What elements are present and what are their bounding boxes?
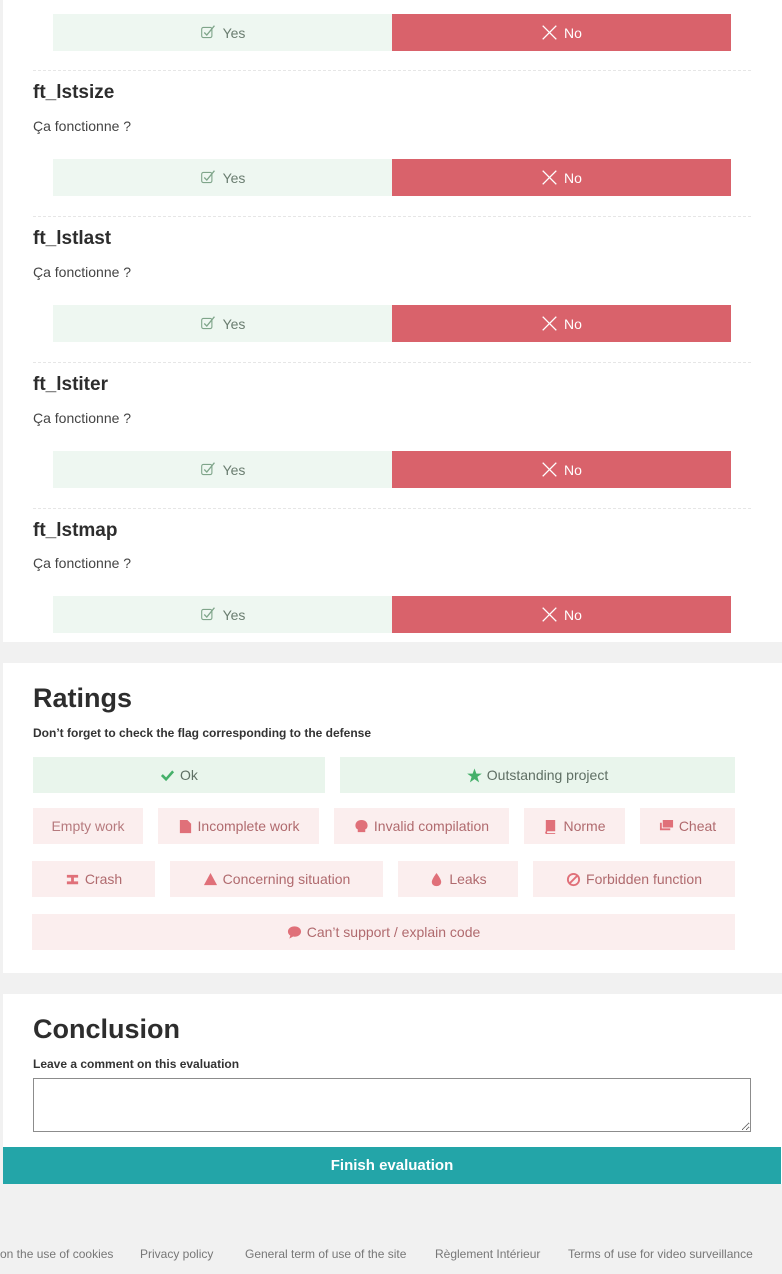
flag-label: Crash [84,871,123,887]
flag-empty-work-button[interactable]: Empty work [33,808,143,844]
flag-norme-button[interactable]: Norme [524,808,625,844]
question-title: ft_lstlast [33,228,112,249]
flag-cheat-button[interactable]: Cheat [640,808,735,844]
footer: on the use of cookies Privacy policy Gen… [0,1240,782,1270]
flag-label: Concerning situation [222,871,351,887]
yes-label: Yes [222,606,246,623]
close-icon [542,170,557,185]
ratings-panel: Ratings Don’t forget to check the flag c… [3,663,782,973]
check-icon [200,607,215,621]
comment-icon [287,925,301,939]
question-title: ft_lstiter [33,374,108,395]
footer-link-video-surveillance[interactable]: Terms of use for video surveillance [568,1247,753,1261]
book-icon [545,819,556,834]
divider [33,216,751,217]
flag-cant-explain-button[interactable]: Can’t support / explain code [32,914,735,950]
question-answer-row: Yes No [53,14,731,51]
check-icon [200,170,215,184]
check-icon [160,769,175,781]
yes-button[interactable]: Yes [53,305,392,342]
skull-icon [355,819,368,832]
footer-link-terms[interactable]: General term of use of the site [245,1247,406,1261]
flag-label: Ok [180,767,198,783]
flag-label: Leaks [449,871,487,887]
close-icon [542,462,557,477]
question-subtitle: Ça fonctionne ? [33,264,132,280]
yes-button[interactable]: Yes [53,159,392,196]
conclusion-note: Leave a comment on this evaluation [33,1057,240,1071]
conclusion-title: Conclusion [33,1014,180,1044]
no-label: No [564,606,582,623]
flag-invalid-compilation-button[interactable]: Invalid compilation [334,808,509,844]
flag-label: Invalid compilation [373,818,490,834]
no-label: No [564,461,582,478]
yes-label: Yes [222,169,246,186]
warning-icon [203,872,217,885]
yes-label: Yes [222,315,246,332]
finish-evaluation-button[interactable]: Finish evaluation [3,1147,781,1184]
explosion-icon [66,874,78,884]
flag-label: Forbidden function [586,871,702,887]
flag-label: Norme [563,818,606,834]
no-label: No [564,315,582,332]
footer-link-cookies[interactable]: on the use of cookies [0,1247,113,1261]
close-icon [542,316,557,331]
check-icon [200,462,215,476]
flag-leaks-button[interactable]: Leaks [398,861,518,897]
divider [33,362,751,363]
question-answer-row: Yes No [53,596,731,633]
question-subtitle: Ça fonctionne ? [33,118,132,134]
flag-label: Incomplete work [197,818,300,834]
question-answer-row: Yes No [53,451,731,488]
footer-link-privacy[interactable]: Privacy policy [140,1247,213,1261]
no-button[interactable]: No [392,14,731,51]
no-button[interactable]: No [392,596,731,633]
question-subtitle: Ça fonctionne ? [33,410,132,426]
ban-icon [566,872,581,886]
star-icon [466,767,482,782]
drop-icon [432,872,442,886]
flag-forbidden-function-button[interactable]: Forbidden function [533,861,735,897]
footer-link-reglement[interactable]: Règlement Intérieur [435,1247,540,1261]
layers-icon [659,819,673,830]
flag-concerning-situation-button[interactable]: Concerning situation [170,861,383,897]
flag-ok-button[interactable]: Ok [33,757,325,793]
flag-label: Can’t support / explain code [306,924,481,940]
no-label: No [564,169,582,186]
questions-panel: Yes No ft_lstsize Ça fonctionne ? Yes No… [3,0,782,642]
divider [33,508,751,509]
no-button[interactable]: No [392,451,731,488]
no-button[interactable]: No [392,305,731,342]
check-icon [200,316,215,330]
flag-label: Cheat [678,818,717,834]
question-answer-row: Yes No [53,305,731,342]
flag-label: Empty work [51,818,125,834]
close-icon [542,25,557,40]
yes-button[interactable]: Yes [53,14,392,51]
flag-incomplete-work-button[interactable]: Incomplete work [158,808,319,844]
flag-crash-button[interactable]: Crash [32,861,155,897]
flag-label: Outstanding project [486,767,609,783]
yes-button[interactable]: Yes [53,451,392,488]
yes-button[interactable]: Yes [53,596,392,633]
question-answer-row: Yes No [53,159,731,196]
question-title: ft_lstmap [33,520,118,541]
yes-label: Yes [222,461,246,478]
no-label: No [564,24,582,41]
check-icon [200,25,215,39]
yes-label: Yes [222,24,246,41]
divider [33,70,751,71]
ratings-title: Ratings [33,683,133,713]
file-icon [179,819,191,833]
ratings-note: Don’t forget to check the flag correspon… [33,726,372,740]
comment-textarea[interactable] [33,1078,751,1132]
close-icon [542,607,557,622]
no-button[interactable]: No [392,159,731,196]
flag-outstanding-button[interactable]: Outstanding project [340,757,735,793]
question-title: ft_lstsize [33,82,115,103]
question-subtitle: Ça fonctionne ? [33,555,132,571]
